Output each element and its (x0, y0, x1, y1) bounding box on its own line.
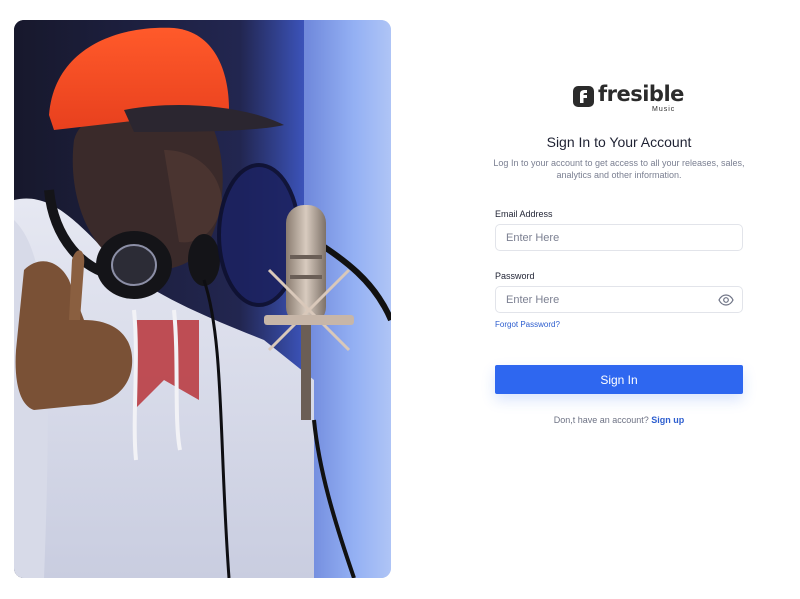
email-label: Email Address (495, 209, 553, 219)
password-field-wrapper (495, 286, 743, 313)
sign-up-link[interactable]: Sign up (651, 415, 684, 425)
brand-sub: Music (652, 106, 676, 113)
brand-name: fresible (598, 82, 684, 106)
forgot-password-link[interactable]: Forgot Password? (495, 320, 560, 329)
brand-logo: fresible Music (573, 82, 684, 118)
page-subtitle: Log In to your account to get access to … (493, 158, 745, 180)
password-field[interactable] (496, 287, 706, 312)
eye-icon[interactable] (718, 293, 734, 307)
hero-photo (14, 20, 391, 578)
sign-in-button[interactable]: Sign In (495, 365, 743, 394)
email-field-wrapper (495, 224, 743, 251)
password-label: Password (495, 271, 535, 281)
email-field[interactable] (496, 225, 706, 250)
login-page: fresible Music Sign In to Your Account L… (0, 0, 800, 599)
logo-mark-icon (573, 86, 594, 107)
signup-row: Don,t have an account? Sign up (494, 415, 744, 425)
signup-prompt: Don,t have an account? (553, 415, 652, 425)
page-title: Sign In to Your Account (546, 134, 692, 150)
